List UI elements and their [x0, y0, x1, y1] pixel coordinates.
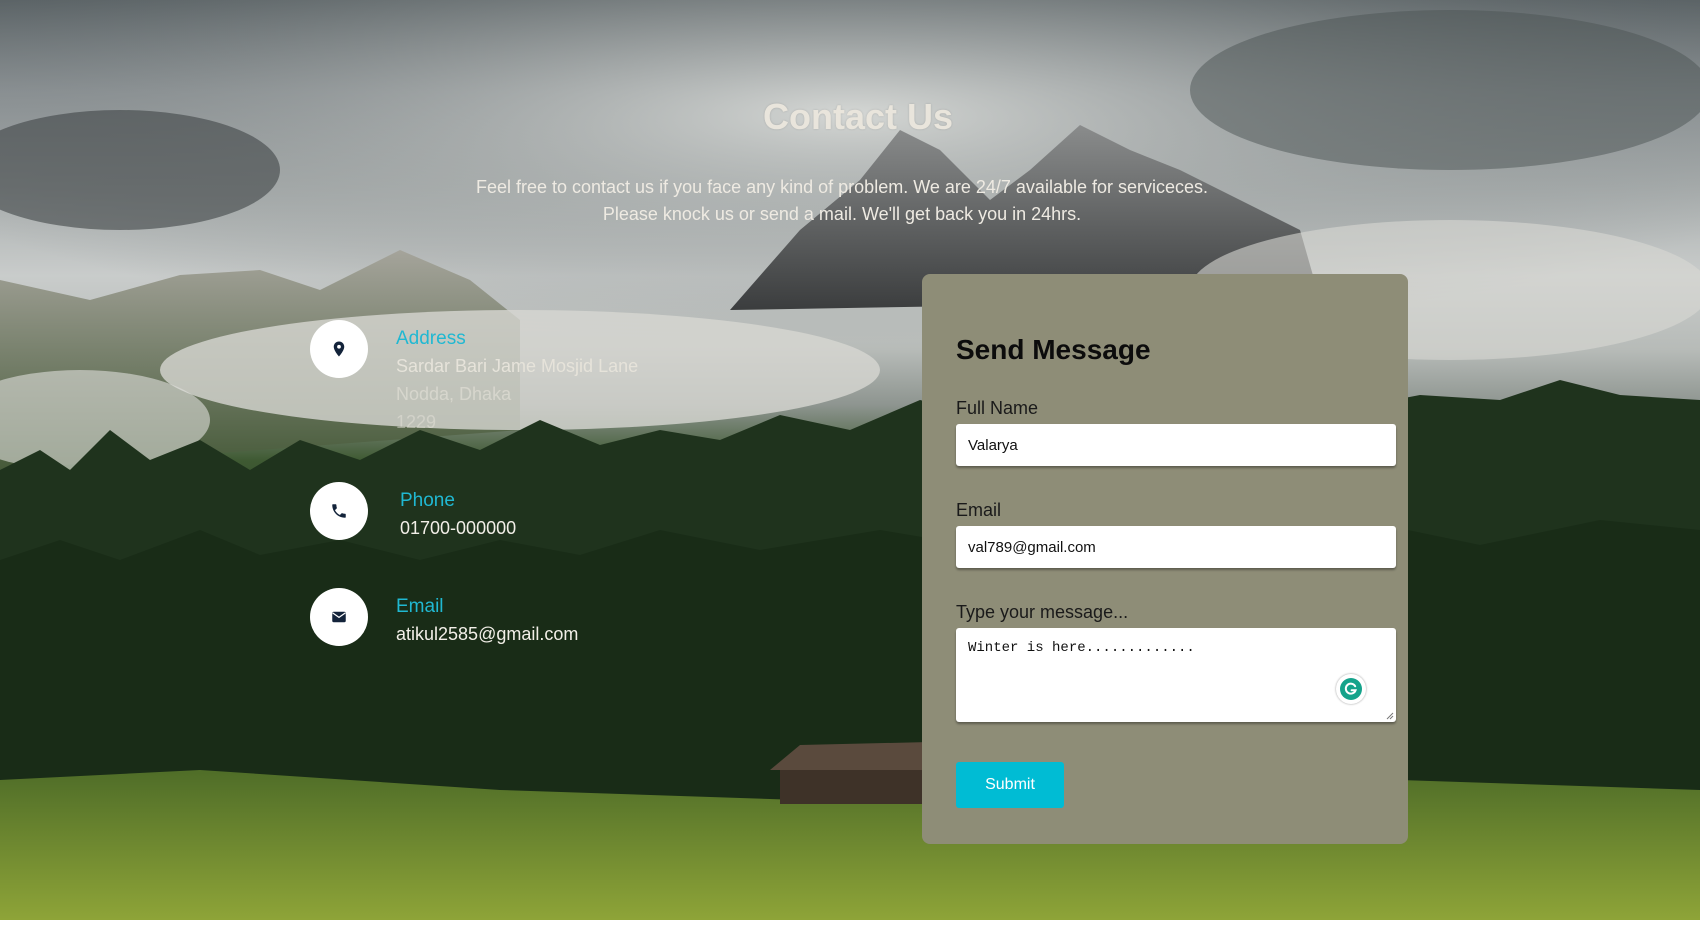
phone-number[interactable]: 01700-000000 [400, 518, 516, 539]
email-icon-circle [310, 588, 368, 646]
address-line-3: 1229 [396, 412, 437, 432]
resize-handle-icon[interactable] [1386, 712, 1394, 720]
address-line-2: Nodda, Dhaka [396, 384, 512, 404]
email-title: Email [396, 596, 444, 617]
landscape-illustration [0, 0, 1700, 920]
address-line-1: Sardar Bari Jame Mosjid Lane [396, 356, 639, 376]
map-pin-icon [333, 341, 345, 357]
background-landscape [0, 0, 1700, 920]
email-input[interactable] [956, 526, 1396, 568]
message-label: Type your message... [956, 602, 1129, 622]
intro-line-1: Feel free to contact us if you face any … [475, 177, 1209, 197]
email-label: Email [956, 500, 1002, 520]
full-name-label: Full Name [956, 398, 1039, 418]
message-textarea[interactable]: Winter is here............. [956, 628, 1396, 722]
email-address[interactable]: atikul2585@gmail.com [396, 624, 578, 645]
phone-icon [332, 504, 346, 518]
envelope-icon [332, 611, 346, 623]
intro-line-2: Please knock us or send a mail. We'll ge… [602, 204, 1082, 224]
page-title: Contact Us [762, 96, 954, 137]
address-title: Address [396, 328, 466, 349]
full-name-input[interactable] [956, 424, 1396, 466]
page-bottom-strip [0, 920, 1700, 936]
grammarly-logo-icon [1340, 678, 1362, 700]
intro-text: Feel free to contact us if you face any … [450, 174, 1234, 228]
phone-icon-circle [310, 482, 368, 540]
form-title: Send Message [956, 334, 1151, 365]
send-message-form: Send Message Full Name Email Type your m… [922, 274, 1408, 844]
grammarly-icon[interactable] [1336, 674, 1366, 704]
address-icon-circle [310, 320, 368, 378]
phone-title: Phone [400, 490, 455, 511]
submit-button[interactable]: Submit [956, 762, 1064, 808]
